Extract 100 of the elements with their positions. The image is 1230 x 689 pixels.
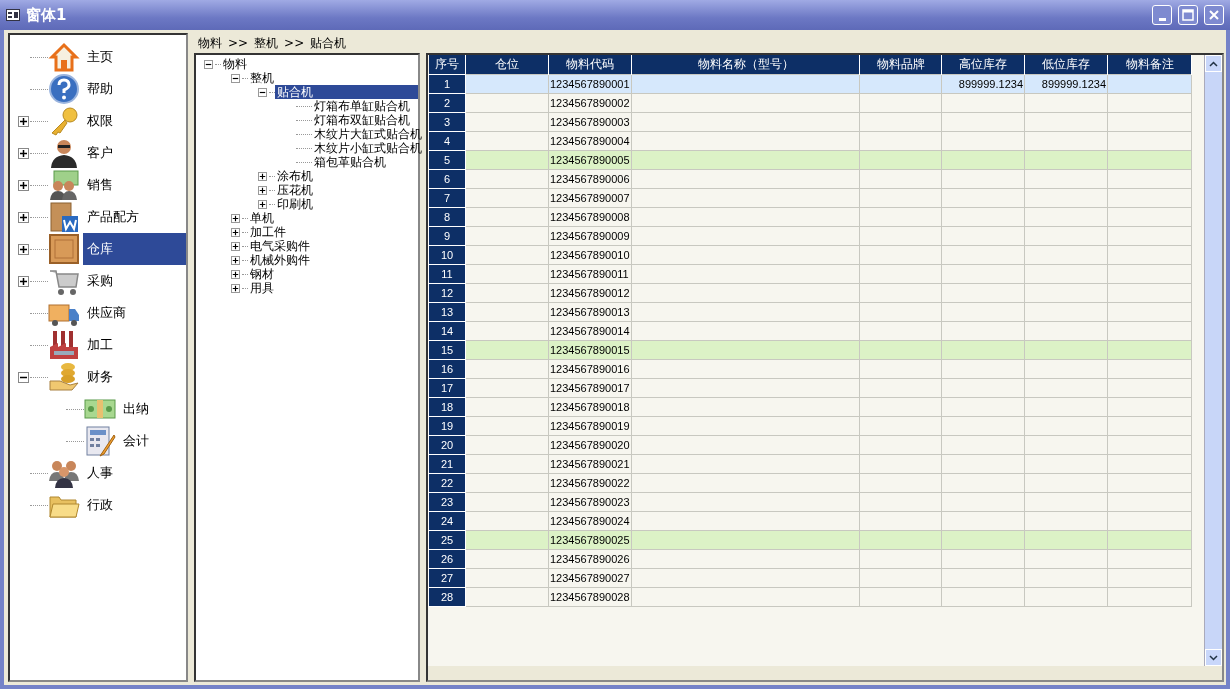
column-header[interactable]: 物料备注 — [1107, 55, 1192, 75]
tree-item[interactable]: 木纹片大缸式贴合机 — [312, 127, 424, 141]
tree-item[interactable]: 物料 — [221, 57, 249, 71]
expander-toggle[interactable] — [231, 213, 240, 223]
table-cell: 1234567890028 — [548, 587, 632, 607]
table-cell: 1234567890009 — [548, 226, 632, 246]
tree-item[interactable]: 涂布机 — [275, 169, 315, 183]
tree-item[interactable]: 用具 — [248, 281, 276, 295]
nav-item[interactable]: 权限 — [83, 105, 186, 137]
nav-item[interactable]: 财务 — [83, 361, 186, 393]
table-cell: 1234567890013 — [548, 302, 632, 322]
tree-item[interactable]: 灯箱布双缸贴合机 — [312, 113, 412, 127]
nav-item[interactable]: 行政 — [83, 489, 186, 521]
table-cell: 1234567890008 — [548, 207, 632, 227]
chevron-down-icon — [1209, 654, 1218, 661]
expander-toggle[interactable] — [17, 115, 29, 127]
plus-icon — [18, 212, 28, 222]
table-cell: 1234567890016 — [548, 359, 632, 379]
scrollbar[interactable] — [1204, 55, 1222, 666]
table-cell: 1234567890022 — [548, 473, 632, 493]
expander-toggle[interactable] — [231, 269, 240, 279]
expander-toggle[interactable] — [231, 255, 240, 265]
tree-item[interactable]: 印刷机 — [275, 197, 315, 211]
nav-item[interactable]: 会计 — [119, 425, 186, 457]
table-cell: 1234567890017 — [548, 378, 632, 398]
table-row[interactable]: 1 1234567890001 899999.1234 899999.1234 — [428, 74, 1192, 94]
tree-item[interactable]: 单机 — [248, 211, 276, 225]
expander-toggle[interactable] — [258, 185, 267, 195]
minimize-button[interactable] — [1152, 5, 1172, 25]
expander-toggle[interactable] — [258, 171, 267, 181]
plus-icon — [232, 242, 239, 250]
column-header[interactable]: 序号 — [428, 55, 466, 75]
table-cell: 899999.1234 — [1024, 74, 1108, 94]
breadcrumb-separator: >> — [284, 36, 305, 50]
column-header[interactable]: 物料品牌 — [859, 55, 942, 75]
expander-toggle[interactable] — [17, 179, 29, 191]
row-number: 1 — [428, 74, 466, 94]
clipboard-document-icon — [48, 201, 80, 233]
nav-item[interactable]: 出纳 — [119, 393, 186, 425]
table-cell: 1234567890023 — [548, 492, 632, 512]
expander-toggle[interactable] — [231, 241, 240, 251]
nav-item[interactable]: 销售 — [83, 169, 186, 201]
expander-toggle[interactable] — [231, 73, 240, 83]
nav-item[interactable]: 客户 — [83, 137, 186, 169]
nav-item[interactable]: 帮助 — [83, 73, 186, 105]
expander-toggle[interactable] — [17, 147, 29, 159]
expander-toggle[interactable] — [204, 59, 213, 69]
table-cell: 1234567890012 — [548, 283, 632, 303]
expander-toggle[interactable] — [17, 275, 29, 287]
tree-item[interactable]: 钢材 — [248, 267, 276, 281]
breadcrumb-item[interactable]: 整机 — [254, 34, 279, 52]
expander-toggle[interactable] — [231, 227, 240, 237]
nav-item[interactable]: 采购 — [83, 265, 186, 297]
plus-icon — [18, 180, 28, 190]
tree-item[interactable]: 灯箱布单缸贴合机 — [312, 99, 412, 113]
expander-toggle[interactable] — [258, 87, 267, 97]
expander-toggle[interactable] — [17, 211, 29, 223]
column-header[interactable]: 物料代码 — [548, 55, 632, 75]
nav-item[interactable]: 供应商 — [83, 297, 186, 329]
table-cell: 1234567890027 — [548, 568, 632, 588]
column-header[interactable]: 高位库存 — [941, 55, 1025, 75]
table-cell: 1234567890020 — [548, 435, 632, 455]
scroll-up-button[interactable] — [1205, 55, 1222, 72]
table-cell: 899999.1234 — [941, 74, 1025, 94]
tree-item[interactable]: 木纹片小缸式贴合机 — [312, 141, 424, 155]
nav-item[interactable]: 人事 — [83, 457, 186, 489]
tree-item[interactable]: 整机 — [248, 71, 276, 85]
window-title: 窗体1 — [26, 5, 68, 25]
calculator-icon — [84, 425, 116, 457]
tree-item[interactable]: 机械外购件 — [248, 253, 312, 267]
plus-icon — [232, 228, 239, 236]
plus-icon — [232, 270, 239, 278]
scroll-down-button[interactable] — [1205, 649, 1222, 666]
tree-item[interactable]: 压花机 — [275, 183, 315, 197]
tree-item[interactable]: 电气采购件 — [248, 239, 312, 253]
expander-toggle[interactable] — [231, 283, 240, 293]
column-header[interactable]: 低位库存 — [1024, 55, 1108, 75]
column-header[interactable]: 仓位 — [465, 55, 549, 75]
breadcrumb-item[interactable]: 贴合机 — [310, 34, 347, 52]
tree-item[interactable]: 箱包革贴合机 — [312, 155, 388, 169]
maximize-button[interactable] — [1178, 5, 1198, 25]
box-icon — [48, 233, 80, 265]
table-cell: 1234567890010 — [548, 245, 632, 265]
nav-item[interactable]: 仓库 — [83, 233, 186, 265]
window-icon — [6, 9, 20, 21]
column-header[interactable]: 物料名称（型号） — [631, 55, 860, 75]
house-icon — [48, 41, 80, 73]
person-icon — [48, 137, 80, 169]
nav-item[interactable]: 主页 — [83, 41, 186, 73]
nav-item[interactable]: 加工 — [83, 329, 186, 361]
expander-toggle[interactable] — [258, 199, 267, 209]
nav-item[interactable]: 产品配方 — [83, 201, 186, 233]
expander-toggle[interactable] — [17, 243, 29, 255]
tree-item[interactable]: 加工件 — [248, 225, 288, 239]
tree-item[interactable]: 贴合机 — [275, 85, 418, 99]
plus-icon — [18, 276, 28, 286]
close-button[interactable] — [1204, 5, 1224, 25]
breadcrumb-item[interactable]: 物料 — [198, 34, 222, 52]
table-cell: 1234567890011 — [548, 264, 632, 284]
expander-toggle[interactable] — [17, 371, 29, 383]
